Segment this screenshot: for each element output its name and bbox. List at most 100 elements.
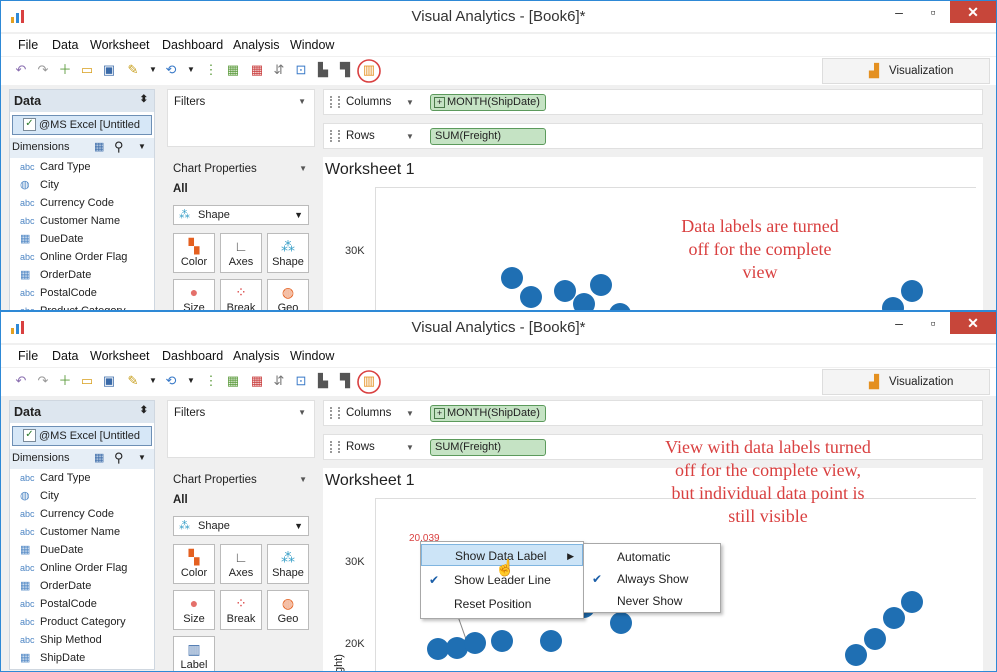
size-button[interactable]: ● Size xyxy=(173,590,215,630)
color-button[interactable]: ▚ Color xyxy=(173,544,215,584)
open-folder-icon[interactable]: ▭ xyxy=(79,62,95,78)
dimension-item[interactable]: abc Online Order Flag xyxy=(10,248,154,266)
refresh-icon[interactable]: ⟲ xyxy=(163,373,179,389)
menu-window[interactable]: Window xyxy=(290,38,334,52)
menu-dashboard[interactable]: Dashboard xyxy=(162,38,223,52)
data-point[interactable] xyxy=(501,267,523,289)
data-point[interactable] xyxy=(610,612,632,634)
columns-shelf[interactable]: Columns ▼ + MONTH(ShipDate) xyxy=(323,89,983,115)
data-point[interactable] xyxy=(520,286,542,308)
minimize-button[interactable]: – xyxy=(882,1,916,23)
menu-window[interactable]: Window xyxy=(290,349,334,363)
undo-icon[interactable]: ↶ xyxy=(13,373,29,389)
worksheet-canvas[interactable]: Worksheet 1 30K Data labels are turned o… xyxy=(323,157,983,310)
rows-shelf[interactable]: Rows ▼ SUM(Freight) xyxy=(323,123,983,149)
dimension-item[interactable]: ◍ City xyxy=(10,176,154,194)
redo-icon[interactable]: ↷ xyxy=(35,62,51,78)
tab-visualization[interactable]: ▟ Visualization xyxy=(822,369,990,395)
columns-shelf[interactable]: Columns ▼ + MONTH(ShipDate) xyxy=(323,400,983,426)
submenu-item-never-show[interactable]: Never Show xyxy=(584,590,720,612)
chevron-down-icon[interactable]: ▼ xyxy=(183,373,199,389)
data-point[interactable] xyxy=(901,280,923,302)
submenu-item-always-show[interactable]: ✔ Always Show xyxy=(584,568,720,590)
save-icon[interactable]: ▣ xyxy=(101,62,117,78)
dimension-item[interactable]: abc Ship Method xyxy=(10,631,154,649)
chevron-down-icon[interactable]: ▼ xyxy=(406,98,414,107)
mark-type-select[interactable]: ⁂ Shape ▼ xyxy=(173,516,309,536)
shape-button[interactable]: ⁂ Shape xyxy=(267,544,309,584)
menu-worksheet[interactable]: Worksheet xyxy=(90,38,150,52)
new-icon[interactable]: ＋ xyxy=(57,373,73,389)
rows-pill[interactable]: SUM(Freight) xyxy=(430,128,546,145)
chevron-down-icon[interactable]: ▼ xyxy=(145,373,161,389)
swap-icon[interactable]: ⇵ xyxy=(271,62,287,78)
dimension-item[interactable]: ▦ DueDate xyxy=(10,230,154,248)
data-point[interactable] xyxy=(864,628,886,650)
minimize-button[interactable]: – xyxy=(882,312,916,334)
axes-button[interactable]: ∟ Axes xyxy=(220,544,262,584)
data-point[interactable] xyxy=(590,274,612,296)
menu-analysis[interactable]: Analysis xyxy=(233,349,280,363)
close-button[interactable]: ✕ xyxy=(950,1,996,23)
dimension-item[interactable]: abc Customer Name xyxy=(10,212,154,230)
group-icon[interactable]: ⊡ xyxy=(293,373,309,389)
sort-desc-icon[interactable]: ▜ xyxy=(337,373,353,389)
columns-pill[interactable]: + MONTH(ShipDate) xyxy=(430,405,546,422)
dimension-item[interactable]: ◍ City xyxy=(10,487,154,505)
dimension-item[interactable]: ▦ ShipDate xyxy=(10,649,154,667)
chevron-down-icon[interactable]: ▼ xyxy=(138,453,146,462)
columns-pill[interactable]: + MONTH(ShipDate) xyxy=(430,94,546,111)
plus-icon[interactable]: + xyxy=(434,408,445,419)
sort-arrows-icon[interactable]: ⬍ xyxy=(140,405,148,416)
data-point[interactable] xyxy=(573,293,595,310)
close-button[interactable]: ✕ xyxy=(950,312,996,334)
maximize-button[interactable]: ▫ xyxy=(916,312,950,334)
submenu-item-automatic[interactable]: Automatic xyxy=(584,546,720,568)
data-source[interactable]: ✓@MS Excel [Untitled 5] xyxy=(12,115,152,149)
dimension-item[interactable]: abc PostalCode xyxy=(10,595,154,613)
chevron-down-icon[interactable]: ▼ xyxy=(406,409,414,418)
menu-data[interactable]: Data xyxy=(52,38,78,52)
sort-desc-icon[interactable]: ▜ xyxy=(337,62,353,78)
undo-icon[interactable]: ↶ xyxy=(13,62,29,78)
chevron-down-icon[interactable]: ▼ xyxy=(298,408,306,417)
clear-sheet-icon[interactable]: ▦ xyxy=(249,62,265,78)
plus-icon[interactable]: + xyxy=(434,97,445,108)
data-point[interactable] xyxy=(491,630,513,652)
dimension-item[interactable]: ▦ OrderDate xyxy=(10,577,154,595)
menu-data[interactable]: Data xyxy=(52,349,78,363)
geo-button[interactable]: ◍ Geo xyxy=(267,590,309,630)
dimension-item[interactable]: abc PostalCode xyxy=(10,284,154,302)
color-button[interactable]: ▚ Color xyxy=(173,233,215,273)
new-worksheet-icon[interactable]: ⋮ xyxy=(203,373,219,389)
rows-pill[interactable]: SUM(Freight) xyxy=(430,439,546,456)
axes-button[interactable]: ∟ Axes xyxy=(220,233,262,273)
menu-file[interactable]: File xyxy=(18,349,38,363)
chevron-down-icon[interactable]: ▼ xyxy=(299,475,307,484)
clear-icon[interactable]: ✎ xyxy=(125,62,141,78)
duplicate-icon[interactable]: ▦ xyxy=(225,62,241,78)
data-point[interactable] xyxy=(540,630,562,652)
search-icon[interactable]: ⚲ xyxy=(114,450,124,466)
dimension-item[interactable]: ▦ OrderDate xyxy=(10,266,154,284)
label-button[interactable]: ▥ Label xyxy=(173,636,215,671)
new-worksheet-icon[interactable]: ⋮ xyxy=(203,62,219,78)
data-point[interactable] xyxy=(901,591,923,613)
chevron-down-icon[interactable]: ▼ xyxy=(298,97,306,106)
data-point[interactable] xyxy=(883,607,905,629)
data-point[interactable] xyxy=(464,632,486,654)
duplicate-icon[interactable]: ▦ xyxy=(225,373,241,389)
geo-button[interactable]: ◍ Geo xyxy=(267,279,309,310)
search-icon[interactable]: ⚲ xyxy=(114,139,124,155)
dimension-item[interactable]: abc Product Category xyxy=(10,302,154,310)
data-source[interactable]: ✓@MS Excel [Untitled 5] xyxy=(12,426,152,460)
chevron-down-icon[interactable]: ▼ xyxy=(406,132,414,141)
menu-file[interactable]: File xyxy=(18,38,38,52)
chevron-down-icon[interactable]: ▼ xyxy=(299,164,307,173)
sort-arrows-icon[interactable]: ⬍ xyxy=(140,94,148,105)
dimension-item[interactable]: abc Currency Code xyxy=(10,194,154,212)
table-icon[interactable]: ▦ xyxy=(94,451,104,464)
mark-type-select[interactable]: ⁂ Shape ▼ xyxy=(173,205,309,225)
refresh-icon[interactable]: ⟲ xyxy=(163,62,179,78)
data-point[interactable] xyxy=(845,644,867,666)
